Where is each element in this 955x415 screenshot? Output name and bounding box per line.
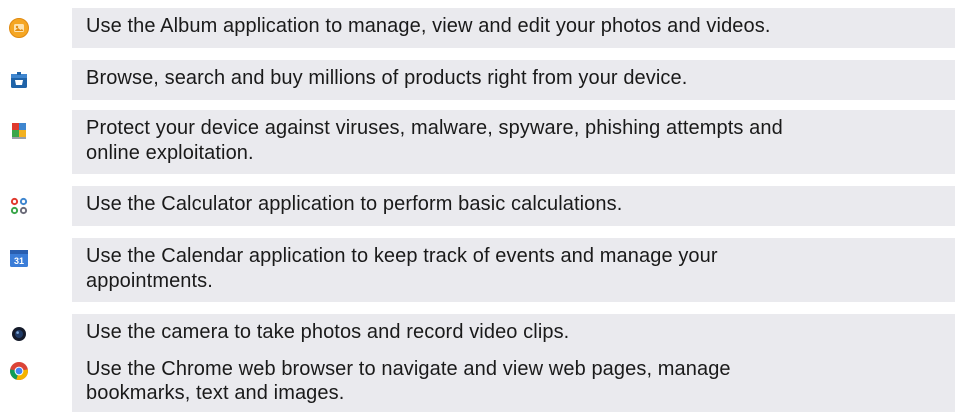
- list-item-description: Use the Chrome web browser to navigate a…: [72, 352, 955, 412]
- list-item-calculator: Use the Calculator application to perfor…: [0, 186, 955, 226]
- album-icon: [8, 17, 30, 39]
- calculator-icon: [8, 195, 30, 217]
- list-item-camera: Use the camera to take photos and record…: [0, 314, 955, 354]
- list-item-store: Browse, search and buy millions of produ…: [0, 60, 955, 100]
- store-bag-icon: [8, 69, 30, 91]
- calendar-icon: 31: [8, 247, 30, 269]
- list-item-chrome: Use the Chrome web browser to navigate a…: [0, 352, 955, 412]
- list-item-description: Use the Calculator application to perfor…: [72, 186, 955, 226]
- list-item-antivirus: Protect your device against viruses, mal…: [0, 110, 955, 174]
- list-item-description: Protect your device against viruses, mal…: [72, 110, 955, 174]
- list-item-description: Use the Album application to manage, vie…: [72, 8, 955, 48]
- list-item-album: Use the Album application to manage, vie…: [0, 8, 955, 48]
- list-item-calendar: 31 Use the Calendar application to keep …: [0, 238, 955, 302]
- list-item-description: Use the camera to take photos and record…: [72, 314, 955, 354]
- camera-icon: [8, 323, 30, 345]
- calendar-icon-date: 31: [14, 256, 24, 266]
- antivirus-shield-icon: [8, 119, 30, 141]
- list-item-description: Browse, search and buy millions of produ…: [72, 60, 955, 100]
- list-item-description: Use the Calendar application to keep tra…: [72, 238, 955, 302]
- chrome-icon: [8, 360, 30, 382]
